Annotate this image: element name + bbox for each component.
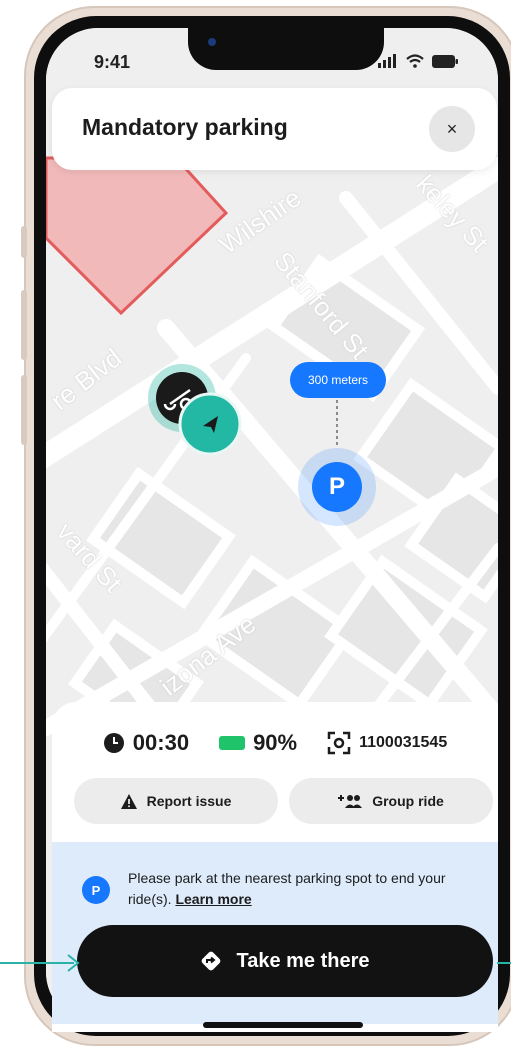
ride-stats: 00:30 90% 1100031545 [52,730,498,756]
vehicle-id-value: 1100031545 [359,734,448,751]
annotation-arrow-left [0,962,74,964]
take-me-there-button[interactable]: Take me there [77,925,493,997]
scan-icon [327,731,351,755]
vehicle-id-stat: 1100031545 [327,731,447,755]
annotation-arrow-right [497,962,511,964]
group-ride-button[interactable]: Group ride [289,778,493,824]
volume-down-button [21,375,27,445]
battery-value: 90% [253,730,298,755]
header-card: Mandatory parking × [52,88,497,170]
warning-icon [120,793,137,809]
timer-stat: 00:30 [103,730,189,756]
learn-more-link[interactable]: Learn more [175,891,251,907]
notch [188,16,384,70]
parking-info-icon: P [82,876,110,904]
timer-value: 00:30 [132,730,190,755]
close-button[interactable]: × [429,106,475,152]
volume-up-button [21,290,27,360]
battery-stat: 90% [219,730,297,756]
home-indicator [203,1022,363,1028]
notice-text: Please park at the nearest parking spot … [128,868,468,910]
mute-switch [21,226,27,258]
report-issue-label: Report issue [146,793,232,809]
battery-level-icon [219,736,246,750]
front-camera [208,38,216,46]
page-title: Mandatory parking [82,114,288,140]
status-time: 9:41 [94,52,131,72]
status-icons [378,54,458,68]
directions-icon [202,951,221,971]
group-ride-label: Group ride [372,793,444,809]
distance-pill: 300 meters [290,362,386,398]
battery-icon [432,54,458,68]
report-issue-button[interactable]: Report issue [74,778,278,824]
annotation-arrowhead-icon [67,954,80,972]
take-me-there-label: Take me there [236,949,370,972]
parking-icon: P [312,462,362,512]
add-group-icon [338,795,363,808]
parking-spot-marker[interactable]: P [298,448,376,526]
wifi-icon [406,54,424,68]
cellular-signal-icon [378,54,396,68]
clock-icon [103,733,124,753]
close-icon: × [446,118,458,139]
